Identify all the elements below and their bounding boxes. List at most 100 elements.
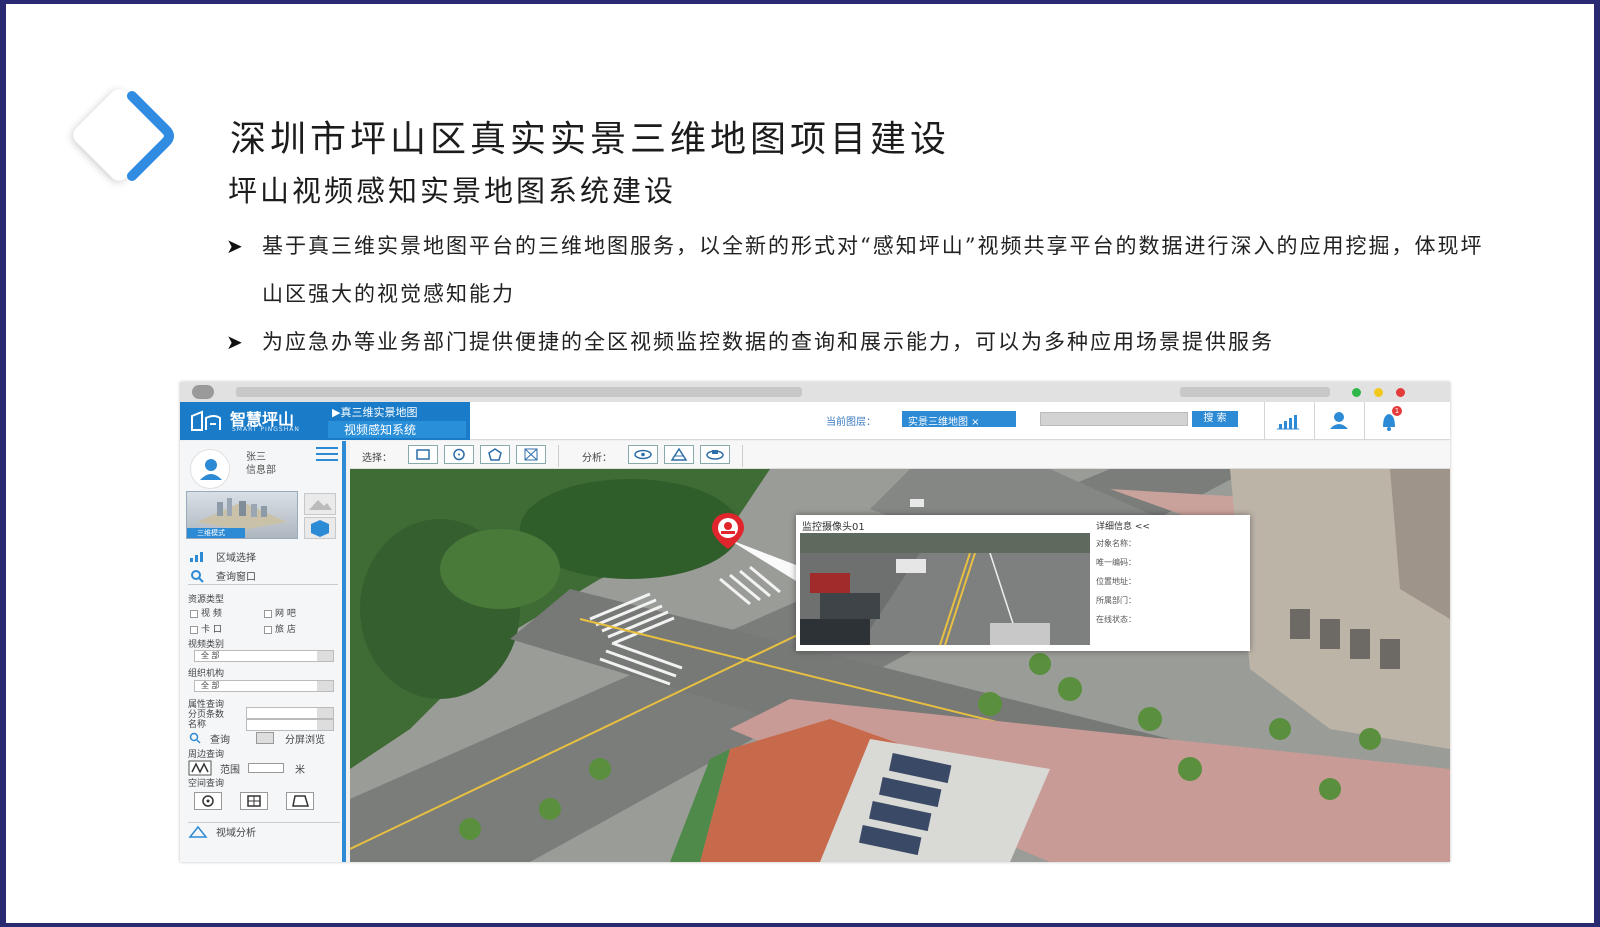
detail-field: 对象名称： — [1096, 539, 1136, 548]
view-cone-icon — [188, 825, 208, 838]
org-select[interactable]: 全 部 — [194, 680, 334, 692]
3d-cube-button[interactable] — [304, 517, 336, 539]
sidebar: 张三 信息部 三维模式 区域选择 查询窗口 资源类型 视 频 网 吧 卡 口 旅… — [180, 441, 346, 862]
yellow-dot-icon[interactable] — [1374, 388, 1383, 397]
detail-field: 唯一编码： — [1096, 558, 1136, 567]
circle-query-button[interactable] — [194, 792, 222, 810]
page-subtitle: 坪山视频感知实景地图系统建设 — [228, 174, 677, 208]
bullet-list: ➤ 基于真三维实景地图平台的三维地图服务，以全新的形式对“感知坪山”视频共享平台… — [226, 222, 1486, 366]
range-input[interactable] — [248, 763, 284, 773]
region-select-label: 区域选择 — [216, 552, 256, 564]
red-dot-icon[interactable] — [1396, 388, 1405, 397]
browser-bar — [180, 382, 1450, 402]
current-layer-chip[interactable]: 实景三维地图 × — [902, 411, 1016, 428]
camera-pin-icon[interactable] — [708, 511, 748, 551]
user-button[interactable] — [1314, 402, 1362, 440]
3d-mode-thumbnail[interactable]: 三维模式 — [186, 491, 298, 539]
detail-field: 位置地址： — [1096, 577, 1136, 586]
polygon-select-button[interactable] — [480, 445, 510, 464]
spatial-query-label: 空间查询 — [188, 779, 225, 789]
menu-icon[interactable] — [316, 447, 338, 461]
signal-button[interactable] — [1264, 402, 1312, 440]
green-dot-icon[interactable] — [1352, 388, 1361, 397]
map-view[interactable]: 监控摄像头01 详细信息 << 对象名称： 唯一编码： 位置地址： 所属部门： … — [350, 469, 1450, 862]
res-netbar-label: 网 吧 — [275, 609, 296, 619]
camera-view-icon — [706, 450, 724, 460]
meter-label: 米 — [295, 764, 305, 776]
res-netbar-checkbox[interactable]: 网 吧 — [264, 606, 296, 619]
grid-select-icon — [247, 795, 261, 807]
search-input[interactable] — [1040, 412, 1188, 426]
bullet-text: 基于真三维实景地图平台的三维地图服务，以全新的形式对“感知坪山”视频共享平台的数… — [262, 234, 1484, 306]
res-video-label: 视 频 — [201, 609, 222, 619]
eye-icon — [634, 449, 652, 460]
notification-button[interactable]: 1 — [1364, 402, 1412, 440]
org-label: 组织机构 — [188, 669, 225, 679]
waveform-icon[interactable] — [188, 760, 212, 776]
res-hotel-checkbox[interactable]: 旅 店 — [264, 622, 296, 635]
query-window-item[interactable]: 查询窗口 — [188, 567, 338, 585]
res-video-checkbox[interactable]: 视 频 — [190, 606, 222, 619]
brand-block: 智慧坪山 SMART PINGSHAN ▶真三维实景地图 视频感知系统 — [180, 402, 470, 440]
cube-icon — [311, 520, 329, 537]
app-screenshot: 智慧坪山 SMART PINGSHAN ▶真三维实景地图 视频感知系统 当前图层… — [180, 382, 1450, 862]
split-view-button[interactable]: 分屏浏览 — [256, 729, 325, 747]
polygon-query-button[interactable] — [286, 792, 314, 810]
detail-header[interactable]: 详细信息 << — [1096, 519, 1246, 532]
detail-field: 在线状态： — [1096, 615, 1136, 624]
res-hotel-label: 旅 店 — [275, 625, 296, 635]
res-checkpoint-label: 卡 口 — [201, 625, 222, 635]
app-header: 智慧坪山 SMART PINGSHAN ▶真三维实景地图 视频感知系统 当前图层… — [180, 402, 1450, 440]
page-size-input[interactable] — [246, 707, 334, 719]
brand-logo-icon — [191, 410, 221, 431]
circle-icon — [453, 448, 465, 461]
terrain-analysis-button[interactable] — [664, 445, 694, 464]
bell-icon — [1383, 414, 1395, 431]
terrain-icon — [670, 447, 688, 461]
region-select-item[interactable]: 区域选择 — [188, 547, 256, 565]
bar-chart-icon — [190, 552, 203, 562]
split-view-label: 分屏浏览 — [285, 734, 325, 746]
user-card[interactable] — [190, 449, 236, 489]
area-analysis-button[interactable] — [700, 445, 730, 464]
brand-english: SMART PINGSHAN — [232, 426, 300, 433]
resource-type-label: 资源类型 — [188, 595, 225, 605]
search-icon — [189, 732, 201, 744]
query-window-label: 查询窗口 — [216, 572, 256, 583]
system-name-line2: 视频感知系统 — [328, 421, 466, 438]
toolbar-divider — [742, 445, 743, 467]
res-checkpoint-checkbox[interactable]: 卡 口 — [190, 622, 222, 635]
city-model-icon — [197, 498, 287, 530]
arrow-icon: ➤ — [226, 330, 245, 354]
search-icon — [191, 569, 204, 583]
user-department: 信息部 — [246, 465, 276, 476]
polygon-icon — [292, 795, 310, 807]
circle-select-button[interactable] — [444, 445, 474, 464]
toolbar-divider — [558, 445, 559, 467]
address-bar[interactable] — [236, 387, 802, 397]
clear-select-button[interactable] — [516, 445, 546, 464]
video-category-select[interactable]: 全 部 — [194, 650, 334, 662]
bullet-item: ➤ 基于真三维实景地图平台的三维地图服务，以全新的形式对“感知坪山”视频共享平台… — [226, 222, 1486, 318]
range-label: 范围 — [220, 764, 240, 776]
search-button[interactable]: 搜 索 — [1192, 411, 1238, 427]
user-name: 张三 — [246, 452, 266, 463]
slide: 深圳市坪山区真实实景三维地图项目建设 坪山视频感知实景地图系统建设 ➤ 基于真三… — [6, 4, 1594, 923]
user-info: 张三 信息部 — [246, 451, 276, 477]
camera-video-feed[interactable] — [800, 533, 1090, 645]
query-button-label: 查询 — [210, 734, 230, 746]
map-toolbar: 选择： 分析： — [350, 441, 1450, 469]
user-avatar-icon — [200, 459, 222, 480]
rect-query-button[interactable] — [240, 792, 268, 810]
secondary-bar — [1180, 387, 1330, 397]
user-icon — [1330, 412, 1348, 429]
view-analysis-item[interactable]: 视域分析 — [188, 822, 340, 840]
clear-icon — [524, 448, 538, 461]
rect-select-button[interactable] — [408, 445, 438, 464]
2d-mode-button[interactable] — [304, 493, 336, 515]
bullet-item: ➤ 为应急办等业务部门提供便捷的全区视频监控数据的查询和展示能力，可以为多种应用… — [226, 318, 1486, 366]
query-button[interactable]: 查询 — [188, 729, 230, 747]
visibility-analysis-button[interactable] — [628, 445, 658, 464]
browser-circle — [192, 385, 214, 399]
avatar — [190, 449, 230, 489]
